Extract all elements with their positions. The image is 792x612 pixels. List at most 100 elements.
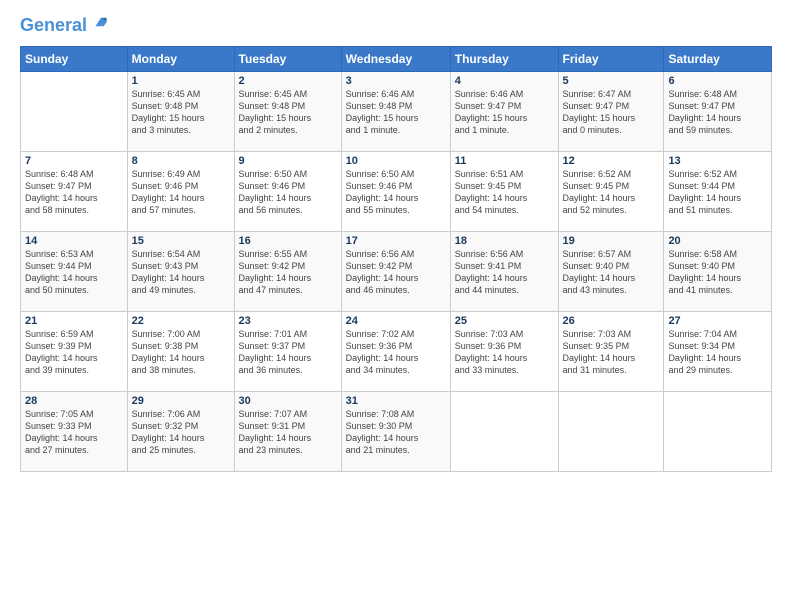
day-info: Sunrise: 6:48 AM Sunset: 9:47 PM Dayligh… [25, 168, 123, 217]
header-day-saturday: Saturday [664, 46, 772, 71]
day-number: 25 [455, 315, 554, 327]
day-cell: 8Sunrise: 6:49 AM Sunset: 9:46 PM Daylig… [127, 151, 234, 231]
day-number: 12 [563, 155, 660, 167]
day-number: 5 [563, 75, 660, 87]
day-info: Sunrise: 6:45 AM Sunset: 9:48 PM Dayligh… [239, 88, 337, 137]
day-cell: 24Sunrise: 7:02 AM Sunset: 9:36 PM Dayli… [341, 311, 450, 391]
day-cell: 12Sunrise: 6:52 AM Sunset: 9:45 PM Dayli… [558, 151, 664, 231]
day-info: Sunrise: 6:58 AM Sunset: 9:40 PM Dayligh… [668, 248, 767, 297]
day-info: Sunrise: 6:46 AM Sunset: 9:47 PM Dayligh… [455, 88, 554, 137]
day-cell: 14Sunrise: 6:53 AM Sunset: 9:44 PM Dayli… [21, 231, 128, 311]
day-number: 15 [132, 235, 230, 247]
day-info: Sunrise: 6:49 AM Sunset: 9:46 PM Dayligh… [132, 168, 230, 217]
week-row-4: 21Sunrise: 6:59 AM Sunset: 9:39 PM Dayli… [21, 311, 772, 391]
day-cell: 5Sunrise: 6:47 AM Sunset: 9:47 PM Daylig… [558, 71, 664, 151]
day-info: Sunrise: 6:45 AM Sunset: 9:48 PM Dayligh… [132, 88, 230, 137]
day-cell: 22Sunrise: 7:00 AM Sunset: 9:38 PM Dayli… [127, 311, 234, 391]
week-row-2: 7Sunrise: 6:48 AM Sunset: 9:47 PM Daylig… [21, 151, 772, 231]
day-number: 1 [132, 75, 230, 87]
day-cell: 18Sunrise: 6:56 AM Sunset: 9:41 PM Dayli… [450, 231, 558, 311]
header-row: SundayMondayTuesdayWednesdayThursdayFrid… [21, 46, 772, 71]
week-row-1: 1Sunrise: 6:45 AM Sunset: 9:48 PM Daylig… [21, 71, 772, 151]
day-info: Sunrise: 7:06 AM Sunset: 9:32 PM Dayligh… [132, 408, 230, 457]
day-number: 26 [563, 315, 660, 327]
day-cell [664, 391, 772, 471]
day-cell: 7Sunrise: 6:48 AM Sunset: 9:47 PM Daylig… [21, 151, 128, 231]
day-number: 28 [25, 395, 123, 407]
day-cell [558, 391, 664, 471]
day-cell: 2Sunrise: 6:45 AM Sunset: 9:48 PM Daylig… [234, 71, 341, 151]
day-cell: 21Sunrise: 6:59 AM Sunset: 9:39 PM Dayli… [21, 311, 128, 391]
day-info: Sunrise: 6:52 AM Sunset: 9:45 PM Dayligh… [563, 168, 660, 217]
day-cell: 28Sunrise: 7:05 AM Sunset: 9:33 PM Dayli… [21, 391, 128, 471]
day-cell: 17Sunrise: 6:56 AM Sunset: 9:42 PM Dayli… [341, 231, 450, 311]
day-number: 11 [455, 155, 554, 167]
day-cell: 15Sunrise: 6:54 AM Sunset: 9:43 PM Dayli… [127, 231, 234, 311]
header-day-tuesday: Tuesday [234, 46, 341, 71]
day-cell: 16Sunrise: 6:55 AM Sunset: 9:42 PM Dayli… [234, 231, 341, 311]
header-day-thursday: Thursday [450, 46, 558, 71]
day-number: 3 [346, 75, 446, 87]
day-info: Sunrise: 6:56 AM Sunset: 9:42 PM Dayligh… [346, 248, 446, 297]
day-number: 24 [346, 315, 446, 327]
day-info: Sunrise: 6:46 AM Sunset: 9:48 PM Dayligh… [346, 88, 446, 137]
day-cell: 13Sunrise: 6:52 AM Sunset: 9:44 PM Dayli… [664, 151, 772, 231]
day-info: Sunrise: 7:03 AM Sunset: 9:35 PM Dayligh… [563, 328, 660, 377]
day-number: 14 [25, 235, 123, 247]
day-info: Sunrise: 7:01 AM Sunset: 9:37 PM Dayligh… [239, 328, 337, 377]
day-info: Sunrise: 7:00 AM Sunset: 9:38 PM Dayligh… [132, 328, 230, 377]
day-info: Sunrise: 7:08 AM Sunset: 9:30 PM Dayligh… [346, 408, 446, 457]
day-cell [21, 71, 128, 151]
day-number: 23 [239, 315, 337, 327]
day-number: 27 [668, 315, 767, 327]
header-day-monday: Monday [127, 46, 234, 71]
day-number: 13 [668, 155, 767, 167]
day-cell: 11Sunrise: 6:51 AM Sunset: 9:45 PM Dayli… [450, 151, 558, 231]
day-number: 31 [346, 395, 446, 407]
calendar-page: General SundayMondayTuesdayWednesdayThur… [0, 0, 792, 612]
day-info: Sunrise: 6:48 AM Sunset: 9:47 PM Dayligh… [668, 88, 767, 137]
day-cell: 19Sunrise: 6:57 AM Sunset: 9:40 PM Dayli… [558, 231, 664, 311]
day-cell: 6Sunrise: 6:48 AM Sunset: 9:47 PM Daylig… [664, 71, 772, 151]
day-number: 29 [132, 395, 230, 407]
day-number: 16 [239, 235, 337, 247]
day-number: 10 [346, 155, 446, 167]
day-number: 7 [25, 155, 123, 167]
day-number: 9 [239, 155, 337, 167]
day-cell: 4Sunrise: 6:46 AM Sunset: 9:47 PM Daylig… [450, 71, 558, 151]
day-number: 22 [132, 315, 230, 327]
calendar-table: SundayMondayTuesdayWednesdayThursdayFrid… [20, 46, 772, 472]
day-info: Sunrise: 6:53 AM Sunset: 9:44 PM Dayligh… [25, 248, 123, 297]
day-info: Sunrise: 7:03 AM Sunset: 9:36 PM Dayligh… [455, 328, 554, 377]
day-cell: 10Sunrise: 6:50 AM Sunset: 9:46 PM Dayli… [341, 151, 450, 231]
day-cell: 23Sunrise: 7:01 AM Sunset: 9:37 PM Dayli… [234, 311, 341, 391]
day-number: 8 [132, 155, 230, 167]
header: General [20, 16, 772, 36]
day-info: Sunrise: 6:52 AM Sunset: 9:44 PM Dayligh… [668, 168, 767, 217]
day-cell: 1Sunrise: 6:45 AM Sunset: 9:48 PM Daylig… [127, 71, 234, 151]
day-number: 19 [563, 235, 660, 247]
day-cell: 29Sunrise: 7:06 AM Sunset: 9:32 PM Dayli… [127, 391, 234, 471]
day-cell: 27Sunrise: 7:04 AM Sunset: 9:34 PM Dayli… [664, 311, 772, 391]
day-number: 20 [668, 235, 767, 247]
day-number: 2 [239, 75, 337, 87]
logo-text: General [20, 16, 108, 36]
day-number: 4 [455, 75, 554, 87]
day-info: Sunrise: 6:54 AM Sunset: 9:43 PM Dayligh… [132, 248, 230, 297]
day-number: 6 [668, 75, 767, 87]
day-cell: 9Sunrise: 6:50 AM Sunset: 9:46 PM Daylig… [234, 151, 341, 231]
day-number: 21 [25, 315, 123, 327]
day-info: Sunrise: 7:04 AM Sunset: 9:34 PM Dayligh… [668, 328, 767, 377]
day-info: Sunrise: 6:50 AM Sunset: 9:46 PM Dayligh… [239, 168, 337, 217]
day-cell [450, 391, 558, 471]
day-cell: 30Sunrise: 7:07 AM Sunset: 9:31 PM Dayli… [234, 391, 341, 471]
header-day-friday: Friday [558, 46, 664, 71]
header-day-sunday: Sunday [21, 46, 128, 71]
logo-icon [94, 15, 108, 29]
day-info: Sunrise: 6:51 AM Sunset: 9:45 PM Dayligh… [455, 168, 554, 217]
day-info: Sunrise: 7:07 AM Sunset: 9:31 PM Dayligh… [239, 408, 337, 457]
day-info: Sunrise: 6:55 AM Sunset: 9:42 PM Dayligh… [239, 248, 337, 297]
day-info: Sunrise: 6:50 AM Sunset: 9:46 PM Dayligh… [346, 168, 446, 217]
week-row-3: 14Sunrise: 6:53 AM Sunset: 9:44 PM Dayli… [21, 231, 772, 311]
day-cell: 31Sunrise: 7:08 AM Sunset: 9:30 PM Dayli… [341, 391, 450, 471]
